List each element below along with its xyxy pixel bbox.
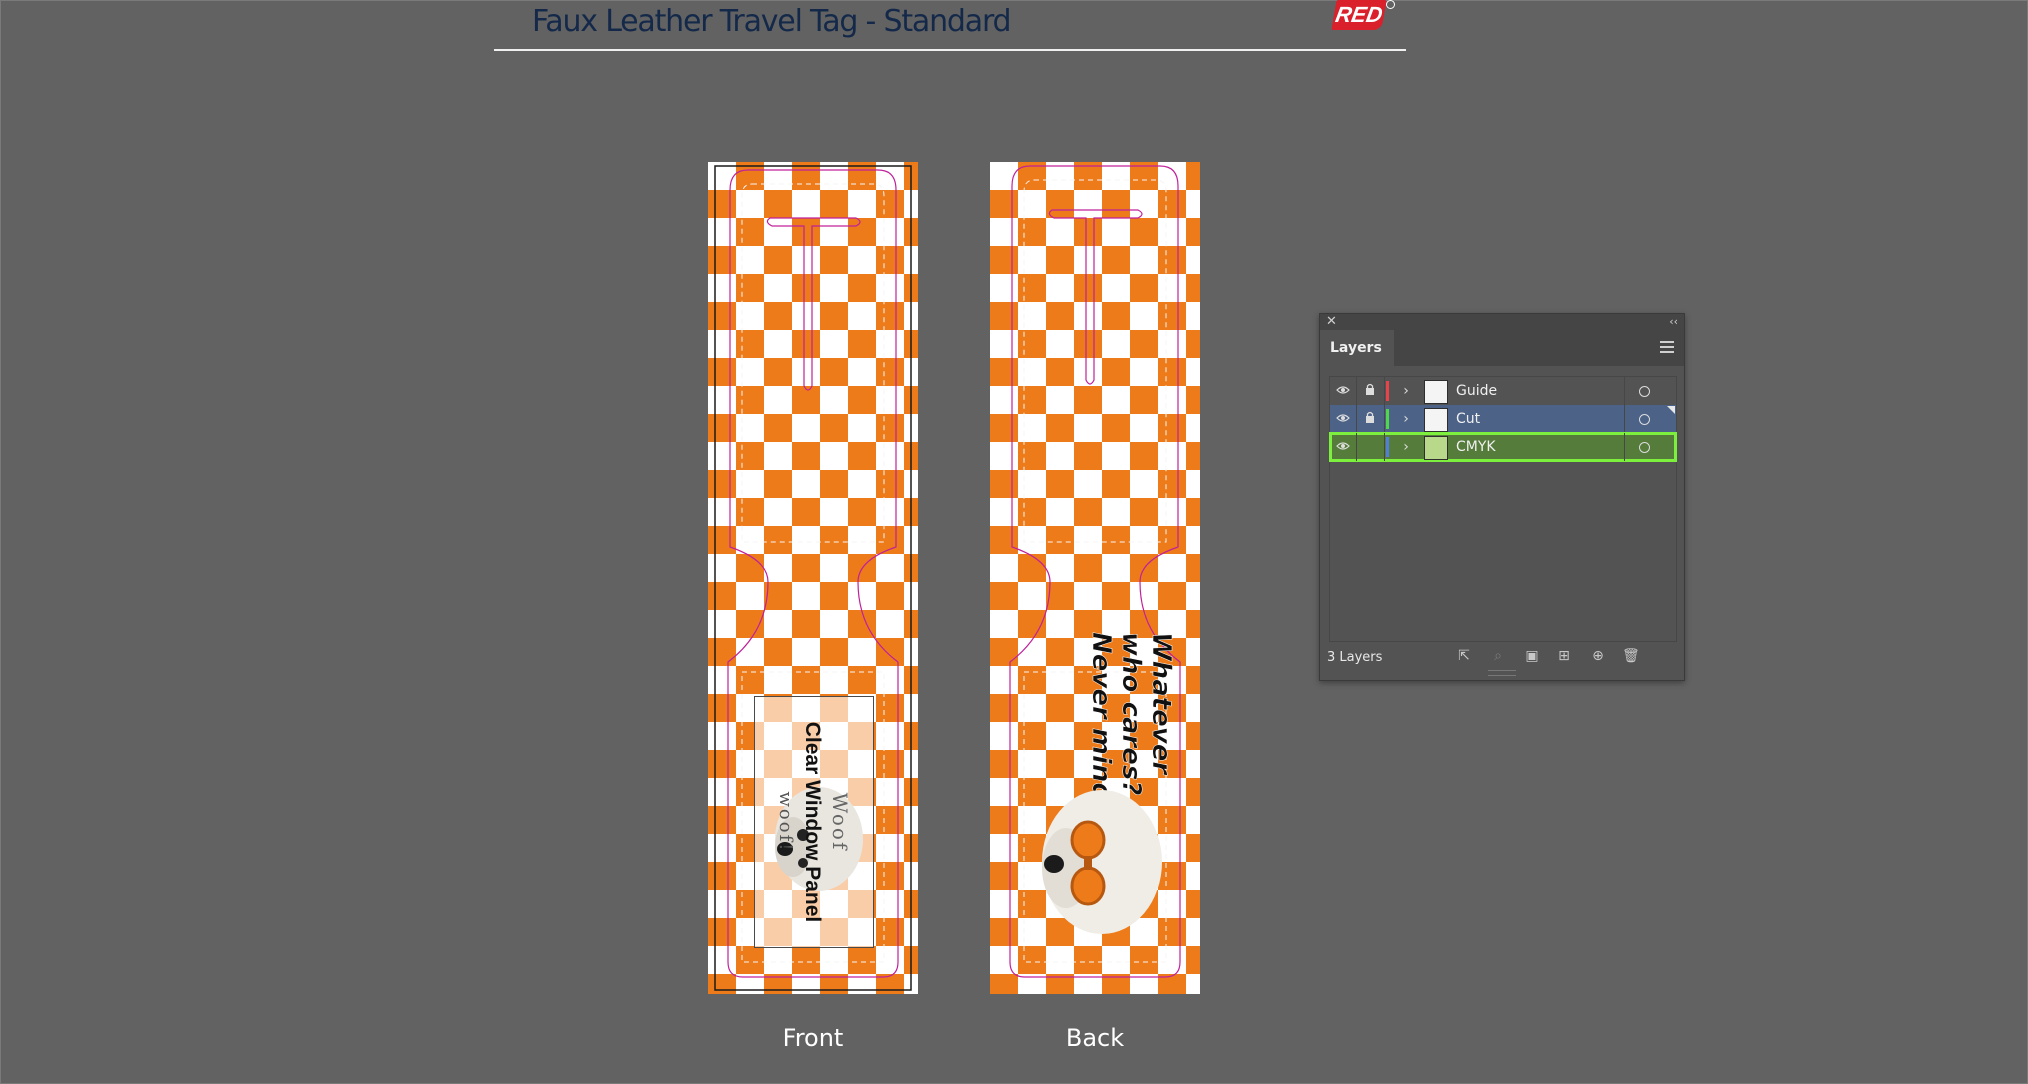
export-icon[interactable]: ⇱ (1456, 648, 1472, 664)
resize-grip-icon[interactable] (1488, 670, 1516, 676)
trash-icon[interactable]: 🗑 (1622, 648, 1640, 664)
layer-name[interactable]: CMYK (1456, 433, 1496, 461)
new-layer-icon[interactable]: ⊕ (1590, 648, 1606, 664)
search-icon[interactable]: ⌕ (1490, 648, 1506, 664)
target-circle-icon[interactable] (1624, 377, 1677, 405)
clipping-mask-icon[interactable]: ▣ (1524, 648, 1540, 664)
layer-count: 3 Layers (1327, 650, 1383, 665)
woof-bottom-text: woof! (775, 791, 797, 853)
layer-list: › Guide › Cut › CMYK (1329, 376, 1677, 642)
front-artboard[interactable]: Woof Clear Window Panel woof! (708, 162, 918, 994)
collapse-icon[interactable]: ‹‹ (1669, 314, 1678, 330)
expand-chevron-icon[interactable]: › (1398, 377, 1414, 405)
layer-row-cut[interactable]: › Cut (1330, 405, 1676, 433)
window-text-block: Woof Clear Window Panel woof! (755, 697, 873, 947)
layer-color-swatch (1386, 409, 1389, 429)
document-title: Faux Leather Travel Tag - Standard (532, 4, 1012, 39)
target-circle-icon[interactable] (1624, 433, 1677, 461)
layer-row-guide[interactable]: › Guide (1330, 377, 1676, 405)
window-panel-label: Clear Window Panel (801, 721, 825, 923)
layer-name[interactable]: Cut (1456, 405, 1480, 433)
eye-icon[interactable] (1330, 377, 1357, 405)
panel-titlebar[interactable]: ✕ ‹‹ (1320, 314, 1684, 330)
eye-icon[interactable] (1330, 433, 1357, 461)
back-label: Back (1065, 1024, 1125, 1052)
layer-thumbnail (1424, 380, 1448, 404)
dog-sunglasses-illustration (1042, 790, 1162, 934)
layer-name[interactable]: Guide (1456, 377, 1497, 405)
new-sublayer-icon[interactable]: ⊞ (1556, 648, 1572, 664)
lock-icon[interactable] (1356, 377, 1385, 405)
layer-row-cmyk[interactable]: › CMYK (1329, 432, 1677, 462)
layers-panel[interactable]: ✕ ‹‹ Layers › Guide › Cut › CMYK 3 Layer… (1319, 313, 1685, 681)
layer-thumbnail (1424, 436, 1448, 460)
hamburger-menu-icon[interactable] (1660, 341, 1674, 356)
clear-window-panel: Woof Clear Window Panel woof! (754, 696, 874, 948)
close-icon[interactable]: ✕ (1326, 314, 1337, 330)
lock-icon[interactable] (1356, 405, 1385, 433)
panel-tab-bar: Layers (1320, 330, 1684, 366)
selection-indicator-icon (1667, 406, 1675, 414)
panel-footer: 3 Layers ⇱ ⌕ ▣ ⊞ ⊕ 🗑 (1320, 640, 1684, 674)
eye-icon[interactable] (1330, 405, 1357, 433)
layer-thumbnail (1424, 408, 1448, 432)
layer-color-swatch (1386, 381, 1389, 401)
tab-layers[interactable]: Layers (1320, 330, 1394, 366)
lock-toggle-empty[interactable] (1356, 433, 1385, 461)
back-artboard[interactable]: Whatever who cares? Never mind (990, 162, 1200, 994)
expand-chevron-icon[interactable]: › (1398, 433, 1414, 461)
front-label: Front (782, 1024, 844, 1052)
expand-chevron-icon[interactable]: › (1398, 405, 1414, 433)
woof-top-text: Woof (828, 792, 853, 852)
layer-color-swatch (1386, 437, 1389, 457)
red-logo: RED (1331, 0, 1387, 30)
registered-mark-icon (1386, 0, 1395, 9)
title-divider (494, 49, 1406, 51)
